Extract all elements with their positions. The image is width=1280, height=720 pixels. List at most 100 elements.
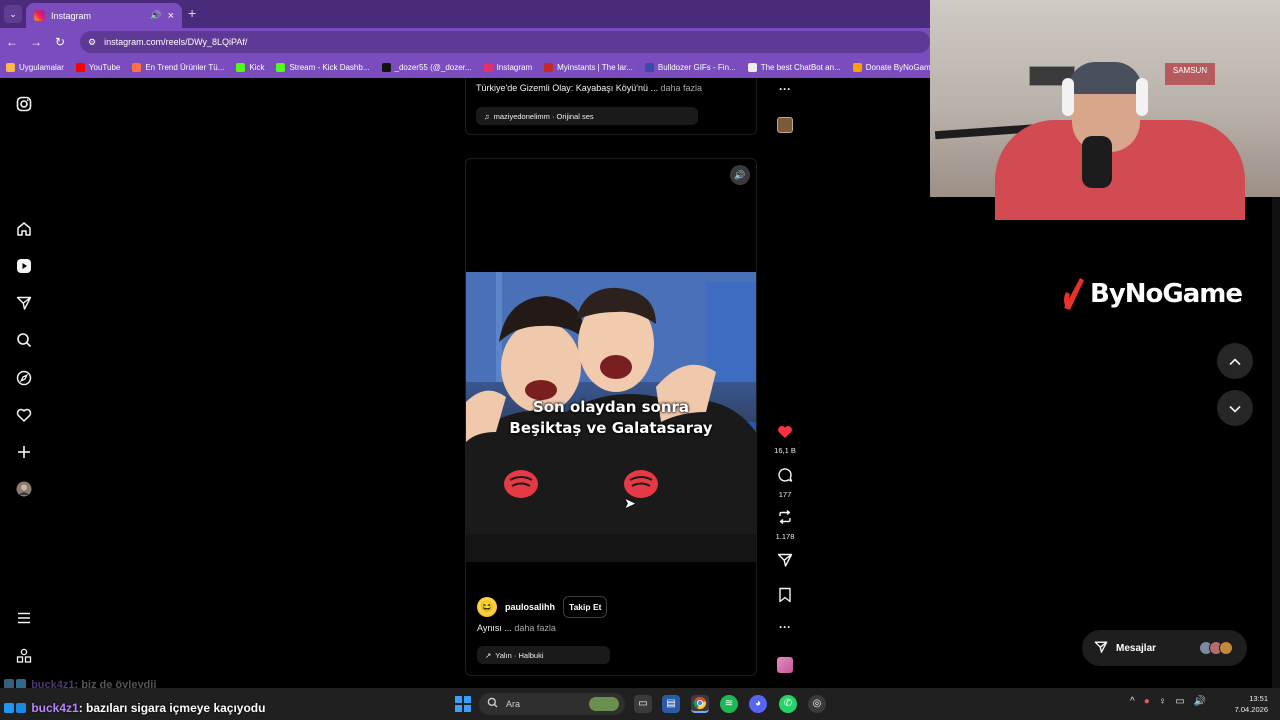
reel-audio-pill[interactable]: ↗ Yalın · Halbuki: [477, 646, 610, 664]
system-tray: ^ ● ♀ ▭ 🔊: [1130, 696, 1206, 707]
repost-action[interactable]: 1.178: [770, 509, 800, 541]
bookmark-item[interactable]: Myinstants | The lar...: [544, 62, 633, 72]
send-icon[interactable]: [16, 295, 32, 311]
instagram-logo-icon[interactable]: [16, 96, 32, 112]
headset-left: [1062, 78, 1074, 116]
bookmark-item[interactable]: YouTube: [75, 62, 121, 72]
page-scrollbar[interactable]: [1272, 197, 1280, 688]
tab-search-button[interactable]: ⌄: [4, 5, 22, 23]
search-highlight-icon: [589, 697, 619, 711]
clock-date: 7.04.2026: [1234, 705, 1268, 714]
previous-audio-label: maziyedonelimm · Orijinal ses: [493, 111, 594, 121]
music-note-icon: ♫: [484, 111, 490, 121]
bookmark-label: YouTube: [88, 62, 121, 72]
messages-button[interactable]: Mesajlar: [1082, 630, 1247, 666]
windows-start-icon[interactable]: [455, 696, 471, 712]
store-icon[interactable]: ▤: [662, 695, 680, 713]
save-action[interactable]: [770, 587, 800, 607]
caption-more-link[interactable]: daha fazla: [514, 623, 556, 633]
next-reel-button[interactable]: [1217, 390, 1253, 426]
heart-filled-icon[interactable]: [770, 424, 800, 443]
whatsapp-icon[interactable]: ✆: [779, 695, 797, 713]
clock-time: 13:51: [1249, 694, 1268, 703]
bookmark-icon[interactable]: [770, 587, 800, 607]
bookmark-label: Donate ByNoGam: [865, 62, 930, 72]
tab-instagram[interactable]: Instagram 🔊 ×: [26, 3, 182, 28]
bookmark-item[interactable]: The best ChatBot an...: [747, 62, 841, 72]
spotify-icon[interactable]: ≋: [720, 695, 738, 713]
previous-more-link[interactable]: daha fazla: [661, 83, 703, 93]
site-info-icon[interactable]: ⚙: [88, 37, 96, 48]
comment-icon[interactable]: [770, 467, 800, 487]
comment-action[interactable]: 177: [770, 467, 800, 499]
author-avatar[interactable]: 😆: [477, 597, 497, 617]
bookmark-label: Stream - Kick Dashb...: [289, 62, 370, 72]
bookmark-item[interactable]: Donate ByNoGam: [852, 62, 930, 72]
previous-audio-pill[interactable]: ♫ maziyedonelimm · Orijinal ses: [476, 107, 698, 125]
share-action[interactable]: [770, 552, 800, 572]
bookmark-item[interactable]: _dozer55 (@_dozer...: [381, 62, 472, 72]
headset-right: [1136, 78, 1148, 116]
send-icon[interactable]: [770, 552, 800, 572]
reel-author-row: 😆 paulosalihh Takip Et: [477, 596, 608, 618]
comment-count: 177: [778, 490, 792, 499]
instagram-sidebar: [0, 80, 48, 680]
taskbar-clock[interactable]: 13:51 7.04.2026: [1228, 693, 1268, 715]
previous-caption-text: Türkiye'de Gizemli Olay: Kayabaşı Köyü'n…: [476, 83, 659, 93]
heart-icon[interactable]: [16, 407, 32, 423]
task-view-icon[interactable]: ▭: [634, 695, 652, 713]
audio-thumbnail[interactable]: [777, 657, 793, 673]
bookmark-item[interactable]: Uygulamalar: [6, 62, 64, 72]
profile-avatar[interactable]: [16, 481, 32, 497]
chat-message: buck4z1: bazıları sigara içmeye kaçıyodu: [4, 701, 265, 715]
more-options-icon[interactable]: ···: [770, 620, 800, 634]
microphone-icon[interactable]: ♀: [1159, 696, 1167, 707]
reload-icon[interactable]: ↻: [48, 35, 72, 49]
bookmark-favicon-icon: [236, 62, 246, 72]
search-icon[interactable]: [16, 332, 32, 348]
previous-reel-button[interactable]: [1217, 343, 1253, 379]
chevron-up-icon[interactable]: ^: [1130, 696, 1135, 707]
bookmark-item[interactable]: Kick: [236, 62, 264, 72]
taskbar-search-placeholder: Ara: [506, 699, 521, 709]
bookmark-label: The best ChatBot an...: [760, 62, 841, 72]
network-icon[interactable]: ●: [1144, 696, 1150, 707]
volume-toggle-button[interactable]: 🔊: [730, 165, 750, 185]
previous-audio-thumbnail[interactable]: [777, 117, 793, 133]
close-tab-icon[interactable]: ×: [168, 10, 174, 22]
send-icon: [1094, 640, 1108, 657]
bookmark-item[interactable]: Bulldozer GIFs - Fin...: [644, 62, 736, 72]
discord-icon[interactable]: ◕: [749, 695, 767, 713]
bookmark-item[interactable]: Instagram: [483, 62, 532, 72]
chrome-icon[interactable]: [691, 695, 709, 713]
previous-reel-caption: Türkiye'de Gizemli Olay: Kayabaşı Köyü'n…: [476, 83, 702, 93]
reel-audio-label: Yalın · Halbuki: [495, 650, 544, 660]
address-bar[interactable]: ⚙ instagram.com/reels/DWy_8LQiPAf/: [80, 31, 930, 53]
volume-icon[interactable]: 🔊: [1194, 696, 1206, 707]
bookmark-favicon-icon: [381, 62, 391, 72]
more-menu-icon[interactable]: [16, 610, 32, 626]
bookmark-item[interactable]: En Trend Ürünler Tü...: [132, 62, 224, 72]
caption-text: Aynısı ...: [477, 623, 512, 633]
repost-icon[interactable]: [770, 509, 800, 529]
obs-icon[interactable]: ◎: [808, 695, 826, 713]
create-plus-icon[interactable]: [16, 444, 32, 460]
taskbar-search[interactable]: Ara: [479, 693, 625, 715]
also-from-meta-icon[interactable]: [16, 648, 32, 664]
new-tab-button[interactable]: +: [188, 5, 196, 21]
bookmark-label: _dozer55 (@_dozer...: [394, 62, 472, 72]
author-username[interactable]: paulosalihh: [505, 602, 555, 612]
follow-button[interactable]: Takip Et: [563, 596, 608, 618]
bookmark-favicon-icon: [747, 62, 757, 72]
display-icon[interactable]: ▭: [1175, 696, 1184, 707]
speaker-icon[interactable]: 🔊: [150, 10, 161, 21]
previous-more-options-icon[interactable]: ···: [770, 82, 800, 96]
back-arrow-icon[interactable]: ←: [0, 35, 24, 49]
like-action[interactable]: 16,1 B: [770, 424, 800, 455]
forward-arrow-icon[interactable]: →: [24, 35, 48, 49]
bookmark-item[interactable]: Stream - Kick Dashb...: [276, 62, 370, 72]
home-icon[interactable]: [16, 221, 32, 237]
explore-icon[interactable]: [16, 370, 32, 386]
microphone: [1082, 136, 1112, 188]
reels-icon[interactable]: [16, 258, 32, 274]
